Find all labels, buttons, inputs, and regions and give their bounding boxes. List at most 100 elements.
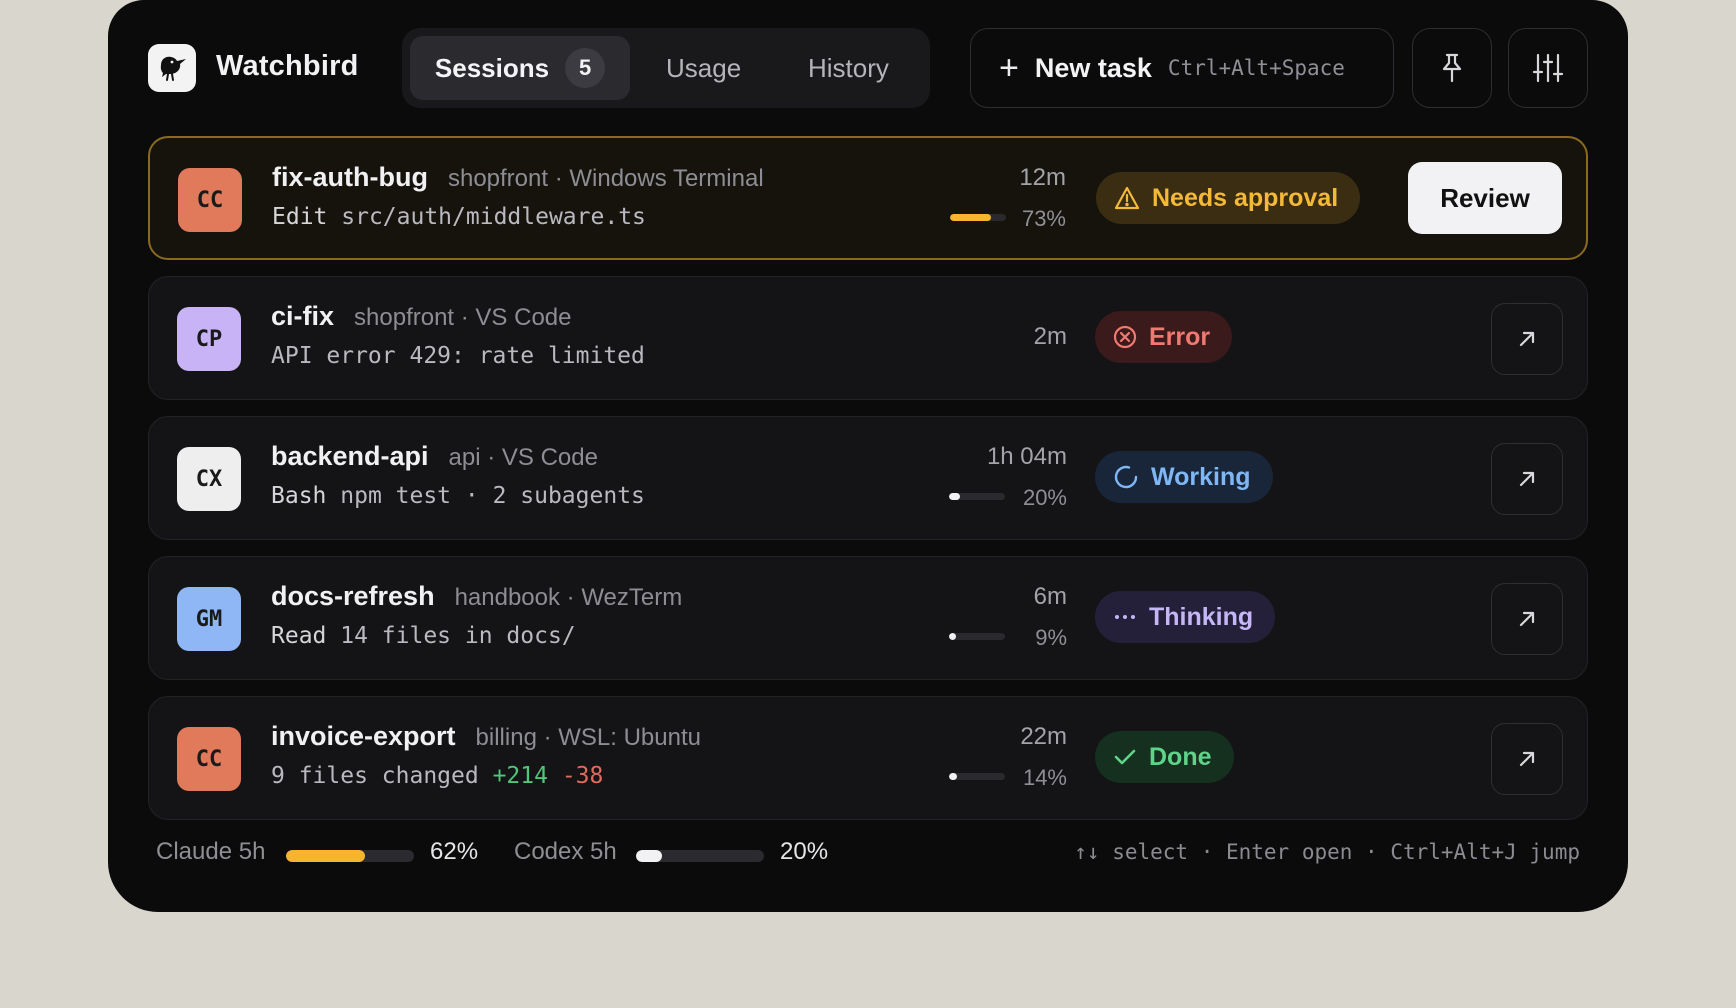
sessions-count-badge: 5 <box>565 48 606 88</box>
detail-text: npm test · 2 subagents <box>340 483 645 509</box>
session-meta: handbook · WezTerm <box>454 584 683 611</box>
app-logo <box>148 44 196 92</box>
agent-avatar: CC <box>177 727 241 791</box>
tab-label: Sessions <box>434 52 550 83</box>
warning-icon <box>1114 186 1140 210</box>
error-circle-icon <box>1113 325 1137 349</box>
tab-sessions[interactable]: Sessions 5 <box>410 36 630 100</box>
detail-text: 14 files in docs/ <box>340 623 576 649</box>
session-row[interactable]: CX backend-api api · VS Code Bash npm tes… <box>148 416 1588 540</box>
session-title: ci-fix shopfront · VS Code <box>271 301 571 332</box>
settings-button[interactable] <box>1508 28 1588 108</box>
app-name: Watchbird <box>216 50 359 82</box>
ellipsis-icon <box>1113 613 1137 621</box>
pin-icon <box>1442 53 1462 83</box>
codex-usage-percent: 20% <box>780 838 829 865</box>
detail-verb: Read <box>271 623 327 649</box>
status-badge: Error <box>1095 311 1233 363</box>
session-name: fix-auth-bug <box>272 162 428 192</box>
arrow-up-right-icon <box>1519 751 1535 767</box>
agent-avatar: CP <box>177 307 241 371</box>
detail-text: 9 files changed <box>271 763 479 789</box>
session-title: docs-refresh handbook · WezTerm <box>271 581 682 612</box>
elapsed-time: 12m <box>1019 164 1066 191</box>
session-meta: shopfront · Windows Terminal <box>447 165 764 192</box>
sliders-icon <box>1532 53 1564 83</box>
elapsed-time: 2m <box>1033 323 1067 350</box>
spinner-icon <box>1113 464 1139 490</box>
lines-added: +214 <box>492 763 548 789</box>
status-badge: Done <box>1095 731 1234 783</box>
session-meta: billing · WSL: Ubuntu <box>475 724 701 751</box>
arrow-up-right-icon <box>1519 331 1535 347</box>
session-meta: api · VS Code <box>448 444 598 471</box>
session-name: ci-fix <box>271 301 335 331</box>
session-row[interactable]: CP ci-fix shopfront · VS Code API error 4… <box>148 276 1588 400</box>
new-task-label: New task <box>1034 52 1152 83</box>
session-name: docs-refresh <box>271 581 435 611</box>
codex-usage-label: Codex 5h <box>514 838 617 865</box>
session-name: backend-api <box>271 441 429 471</box>
status-label: Working <box>1151 462 1251 491</box>
status-badge: Needs approval <box>1096 172 1361 224</box>
session-name: invoice-export <box>271 721 456 751</box>
session-detail: Bash npm test · 2 subagents <box>271 483 645 509</box>
pin-button[interactable] <box>1412 28 1492 108</box>
claude-usage-bar <box>286 850 414 862</box>
detail-text: src/auth/middleware.ts <box>341 204 646 230</box>
open-session-button[interactable] <box>1491 303 1563 375</box>
elapsed-time: 6m <box>1033 583 1067 610</box>
session-title: invoice-export billing · WSL: Ubuntu <box>271 721 701 752</box>
review-button[interactable]: Review <box>1408 162 1562 234</box>
tab-history[interactable]: History <box>808 36 889 100</box>
agent-avatar: CX <box>177 447 241 511</box>
session-detail: Read 14 files in docs/ <box>271 623 576 649</box>
tab-usage[interactable]: Usage <box>666 36 741 100</box>
context-progress <box>949 773 1005 780</box>
bird-icon <box>160 56 186 81</box>
elapsed-time: 22m <box>1020 723 1067 750</box>
check-icon <box>1113 746 1137 768</box>
progress-percent: 73% <box>1021 206 1066 231</box>
new-task-shortcut: Ctrl+Alt+Space <box>1167 56 1345 80</box>
plus-icon: + <box>999 49 1019 87</box>
session-detail: API error 429: rate limited <box>271 343 645 369</box>
keyboard-hints: ↑↓ select · Enter open · Ctrl+Alt+J jump <box>1074 840 1580 864</box>
new-task-button[interactable]: + New task Ctrl+Alt+Space <box>970 28 1394 108</box>
progress-percent: 20% <box>1022 485 1067 510</box>
session-title: backend-api api · VS Code <box>271 441 598 472</box>
status-badge: Working <box>1095 451 1273 503</box>
lines-removed: -38 <box>561 763 604 789</box>
open-session-button[interactable] <box>1491 583 1563 655</box>
context-progress <box>949 493 1005 500</box>
status-label: Error <box>1149 322 1211 351</box>
elapsed-time: 1h 04m <box>986 443 1067 470</box>
agent-avatar: GM <box>177 587 241 651</box>
progress-percent: 14% <box>1022 765 1067 790</box>
session-title: fix-auth-bug shopfront · Windows Terminal <box>272 162 764 193</box>
claude-usage-label: Claude 5h <box>156 838 266 865</box>
codex-usage-bar <box>636 850 764 862</box>
status-label: Done <box>1149 742 1212 771</box>
arrow-up-right-icon <box>1519 471 1535 487</box>
context-progress <box>949 633 1005 640</box>
detail-verb: Edit <box>272 204 328 230</box>
session-row[interactable]: GM docs-refresh handbook · WezTerm Read 1… <box>148 556 1588 680</box>
status-label: Needs approval <box>1152 183 1339 212</box>
context-progress <box>950 214 1006 221</box>
session-row[interactable]: CC fix-auth-bug shopfront · Windows Termi… <box>148 136 1588 260</box>
status-label: Thinking <box>1149 602 1254 631</box>
arrow-up-right-icon <box>1519 611 1535 627</box>
open-session-button[interactable] <box>1491 443 1563 515</box>
claude-usage-percent: 62% <box>430 838 479 865</box>
progress-percent: 9% <box>1035 625 1067 650</box>
session-row[interactable]: CC invoice-export billing · WSL: Ubuntu 9… <box>148 696 1588 820</box>
agent-avatar: CC <box>178 168 242 232</box>
session-meta: shopfront · VS Code <box>354 304 572 331</box>
session-detail: Edit src/auth/middleware.ts <box>272 204 646 230</box>
tab-bar: Sessions 5 Usage History <box>402 28 930 108</box>
session-detail: 9 files changed +214 -38 <box>271 763 603 789</box>
open-session-button[interactable] <box>1491 723 1563 795</box>
status-badge: Thinking <box>1095 591 1276 643</box>
detail-verb: Bash <box>271 483 327 509</box>
